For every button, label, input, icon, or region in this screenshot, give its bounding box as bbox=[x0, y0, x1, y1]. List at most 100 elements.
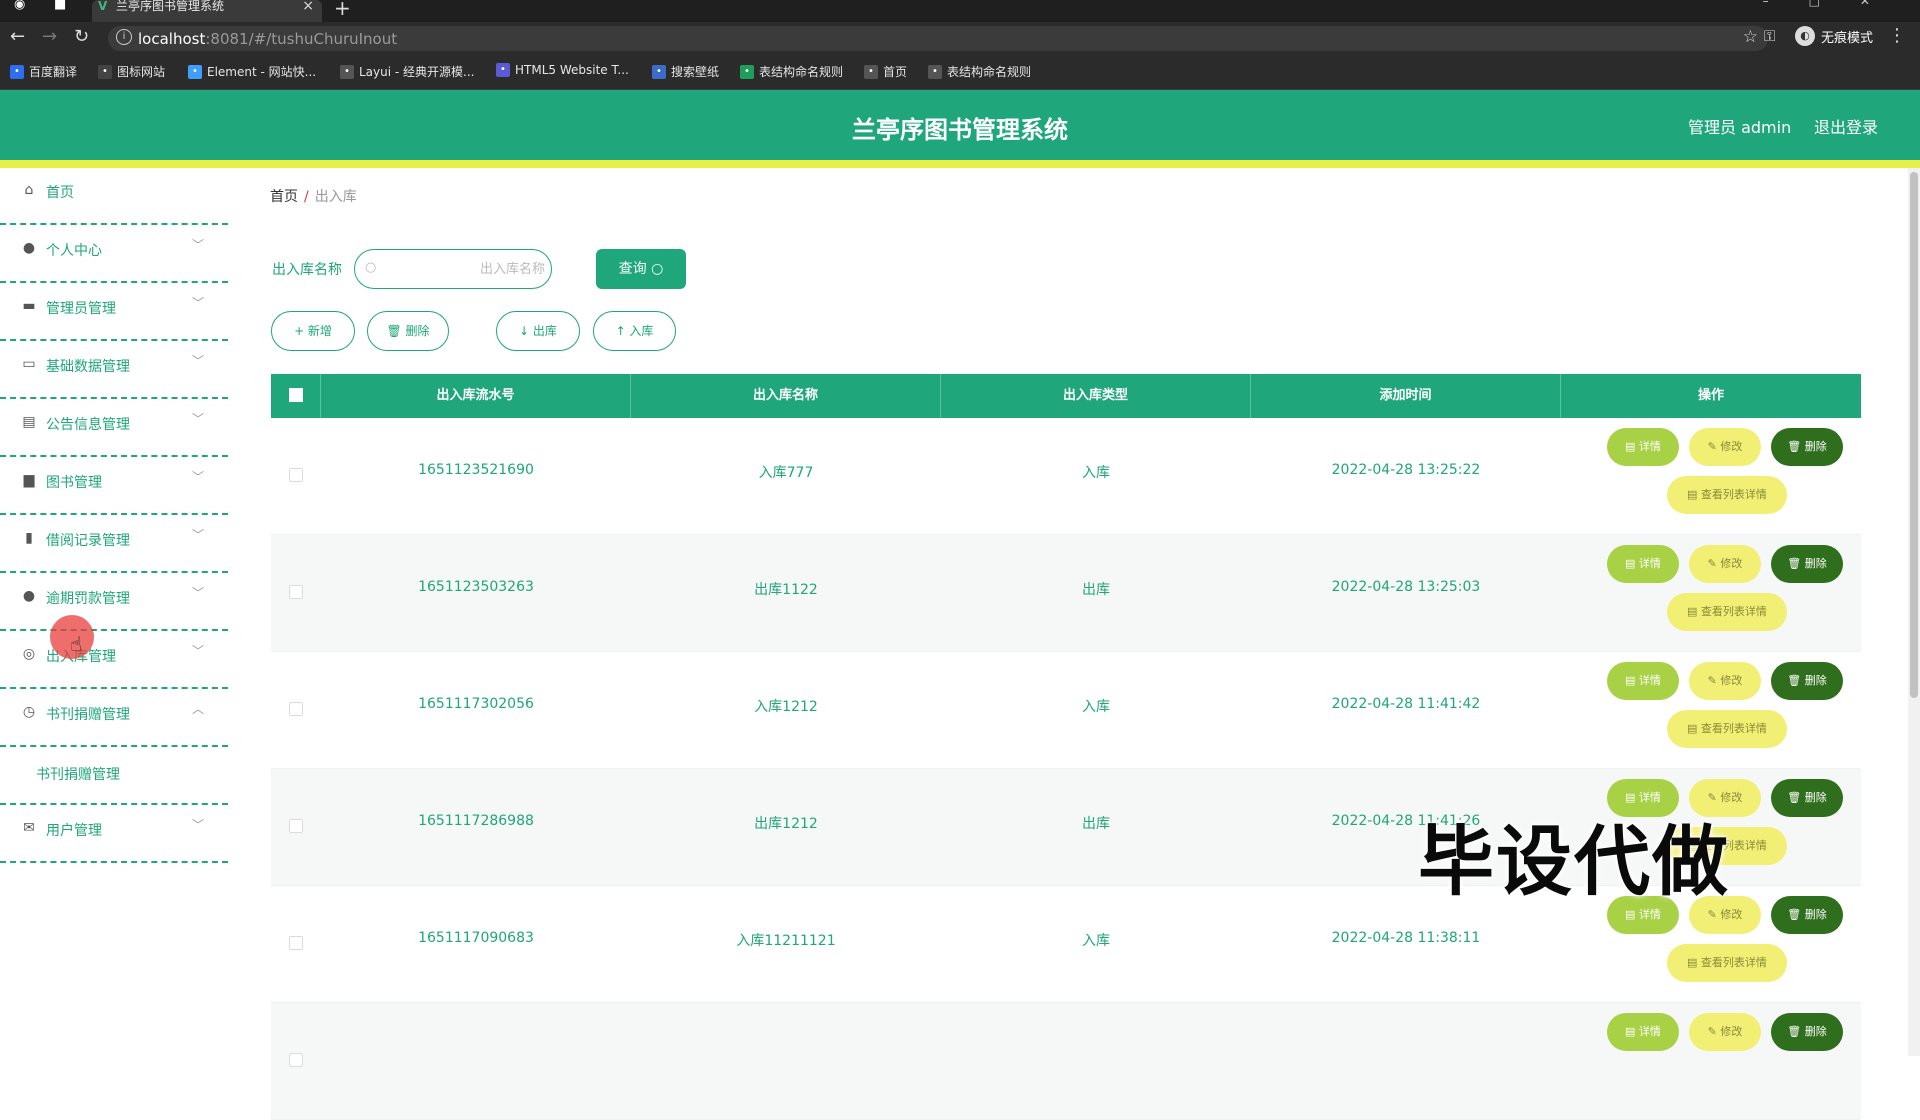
chevron-down-icon: ﹀ bbox=[191, 528, 204, 542]
bookmark-item[interactable]: • 搜索壁纸 bbox=[652, 63, 719, 80]
outbound-button[interactable]: ↓ 出库 bbox=[496, 311, 580, 351]
browser-tab-bar: ◉ ■ V 兰亭序图书管理系统 × + –□✕ bbox=[0, 0, 1920, 22]
detail-button[interactable]: ▤ 详情 bbox=[1607, 1013, 1679, 1051]
sidebar-item-label: 公告信息管理 bbox=[46, 417, 130, 433]
hand-cursor-icon: ☝ bbox=[70, 632, 83, 656]
address-bar: ← → ↻ i localhost:8081/#/tushuChuruInout… bbox=[0, 22, 1920, 54]
sidebar-item[interactable]: ▬ 管理员管理 ﹀ bbox=[0, 284, 228, 341]
bookmark-item[interactable]: • 百度翻译 bbox=[10, 63, 77, 80]
bookmark-label: Layui - 经典开源模... bbox=[359, 65, 475, 79]
row-checkbox[interactable] bbox=[289, 936, 303, 950]
sidebar-item[interactable]: ◎出入库管理﹀ bbox=[0, 632, 228, 689]
bookmark-item[interactable]: • HTML5 Website T... bbox=[496, 63, 629, 77]
sidebar-item[interactable]: ● 个人中心 ﹀ bbox=[0, 226, 228, 283]
browser-tab[interactable]: V 兰亭序图书管理系统 × bbox=[92, 0, 322, 22]
bookmark-icon: • bbox=[10, 64, 24, 79]
bookmark-icon: • bbox=[740, 64, 754, 79]
sidebar: ⌂ 首页 ● 个人中心 ﹀ ▬ 管理员管理 ﹀ ▭ 基础数据管理 ﹀ ▤ 公告信息管理 ﹀ ▆ 图书管理 ﹀ ▮ 借… bbox=[0, 168, 228, 1056]
row-delete-button[interactable]: 🗑 删除 bbox=[1771, 896, 1843, 934]
row-checkbox[interactable] bbox=[289, 468, 303, 482]
chevron-up-icon: ︿ bbox=[191, 702, 204, 716]
breadcrumb-home[interactable]: 首页 bbox=[270, 189, 298, 205]
bookmark-item[interactable]: • Layui - 经典开源模... bbox=[340, 63, 474, 80]
column-name: 出入库名称 bbox=[631, 374, 941, 418]
bookmark-item[interactable]: • 表结构命名规则 bbox=[740, 63, 843, 80]
row-checkbox[interactable] bbox=[289, 585, 303, 599]
sidebar-item[interactable]: ▆ 图书管理 ﹀ bbox=[0, 458, 228, 515]
bookmark-item[interactable]: • Element - 网站快... bbox=[188, 63, 316, 80]
table-header: 出入库流水号 出入库名称 出入库类型 添加时间 操作 bbox=[271, 374, 1861, 418]
serial-cell: 1651117286988 bbox=[418, 813, 534, 829]
list-detail-button[interactable]: ▤ 查看列表详情 bbox=[1667, 710, 1787, 748]
row-delete-button[interactable]: 🗑 删除 bbox=[1771, 1013, 1843, 1051]
sidebar-item[interactable]: ◷ 书刊捐赠管理 ︿ bbox=[0, 690, 228, 747]
search-box[interactable]: ○ bbox=[354, 249, 552, 289]
add-button[interactable]: + 新增 bbox=[271, 311, 355, 351]
sidebar-item[interactable]: ⌂ 首页 bbox=[0, 168, 228, 225]
sidebar-item-label: 基础数据管理 bbox=[46, 359, 130, 375]
detail-button[interactable]: ▤ 详情 bbox=[1607, 662, 1679, 700]
message-icon: ▆ bbox=[23, 472, 35, 488]
url-field[interactable]: i localhost:8081/#/tushuChuruInout ☆ bbox=[108, 26, 1768, 51]
new-tab-icon[interactable]: + bbox=[334, 0, 351, 20]
bookmark-item[interactable]: • 表结构命名规则 bbox=[928, 63, 1031, 80]
chevron-down-icon: ﹀ bbox=[191, 296, 204, 310]
list-detail-button[interactable]: ▤ 查看列表详情 bbox=[1667, 944, 1787, 982]
incognito-indicator[interactable]: ◐ 无痕模式 bbox=[1795, 26, 1873, 46]
delete-button[interactable]: 🗑 删除 bbox=[367, 311, 449, 351]
time-cell bbox=[1251, 1047, 1561, 1067]
list-detail-button[interactable]: ▤ 查看列表详情 bbox=[1667, 476, 1787, 514]
bottle-icon: ▮ bbox=[25, 530, 33, 546]
bookmark-item[interactable]: • 图标网站 bbox=[98, 63, 165, 80]
bookmark-item[interactable]: • 首页 bbox=[864, 63, 907, 80]
select-all-checkbox[interactable] bbox=[289, 388, 303, 402]
table-row[interactable]: 1651117302056 入库1212 入库 2022-04-28 11:41:42… bbox=[271, 652, 1861, 769]
bookmark-label: 图标网站 bbox=[117, 65, 166, 79]
search-input[interactable] bbox=[385, 258, 545, 280]
edit-button[interactable]: ✎ 修改 bbox=[1689, 1013, 1761, 1051]
incognito-label: 无痕模式 bbox=[1821, 30, 1874, 46]
reload-icon[interactable]: ↻ bbox=[74, 26, 89, 47]
forward-icon[interactable]: → bbox=[42, 26, 57, 47]
column-serial: 出入库流水号 bbox=[321, 374, 631, 418]
row-delete-button[interactable]: 🗑 删除 bbox=[1771, 779, 1843, 817]
sidebar-item[interactable]: ▮ 借阅记录管理 ﹀ bbox=[0, 516, 228, 573]
watermark-text: 毕设代做 bbox=[1418, 817, 1730, 906]
column-actions: 操作 bbox=[1697, 388, 1724, 403]
url-text[interactable]: localhost:8081/#/tushuChuruInout bbox=[138, 30, 397, 48]
bookmark-icon: • bbox=[928, 64, 942, 79]
list-detail-button[interactable]: ▤ 查看列表详情 bbox=[1667, 593, 1787, 631]
table-row[interactable]: 1651123503263 出库1122 出库 2022-04-28 13:25:03… bbox=[271, 535, 1861, 652]
row-checkbox[interactable] bbox=[289, 819, 303, 833]
chevron-down-icon: ﹀ bbox=[191, 412, 204, 426]
row-checkbox[interactable] bbox=[289, 1053, 303, 1067]
menu-icon[interactable]: ⋮ bbox=[1888, 25, 1906, 46]
sidebar-subitem[interactable]: 书刊捐赠管理 bbox=[0, 748, 228, 805]
row-delete-button[interactable]: 🗑 删除 bbox=[1771, 428, 1843, 466]
table-row[interactable]: ▤ 详情 ✎ 修改 🗑 删除 bbox=[271, 1003, 1861, 1120]
time-cell: 2022-04-28 11:38:11 bbox=[1331, 930, 1481, 946]
row-checkbox[interactable] bbox=[289, 702, 303, 716]
sidebar-item[interactable]: ▭ 基础数据管理 ﹀ bbox=[0, 342, 228, 399]
inbound-button[interactable]: ↑ 入库 bbox=[593, 311, 676, 351]
sidebar-item[interactable]: ✉ 用户管理 ﹀ bbox=[0, 806, 228, 863]
site-info-icon[interactable]: i bbox=[116, 29, 132, 45]
detail-button[interactable]: ▤ 详情 bbox=[1607, 545, 1679, 583]
sidebar-item[interactable]: ▤ 公告信息管理 ﹀ bbox=[0, 400, 228, 457]
edit-button[interactable]: ✎ 修改 bbox=[1689, 428, 1761, 466]
back-icon[interactable]: ← bbox=[10, 26, 25, 47]
edit-button[interactable]: ✎ 修改 bbox=[1689, 545, 1761, 583]
scrollbar-thumb[interactable] bbox=[1910, 172, 1918, 698]
detail-button[interactable]: ▤ 详情 bbox=[1607, 428, 1679, 466]
window-controls[interactable]: –□✕ bbox=[1763, 0, 1910, 8]
edit-button[interactable]: ✎ 修改 bbox=[1689, 662, 1761, 700]
logout-link[interactable]: 退出登录 bbox=[1814, 114, 1878, 138]
close-tab-icon[interactable]: × bbox=[302, 0, 314, 13]
row-delete-button[interactable]: 🗑 删除 bbox=[1771, 545, 1843, 583]
query-button[interactable]: 查询 ○ bbox=[596, 249, 686, 289]
bookmark-star-icon[interactable]: ☆ bbox=[1743, 27, 1758, 47]
key-icon[interactable]: ⚿ bbox=[1764, 27, 1775, 45]
sidebar-item[interactable]: ● 逾期罚款管理 ﹀ bbox=[0, 574, 228, 631]
row-delete-button[interactable]: 🗑 删除 bbox=[1771, 662, 1843, 700]
table-row[interactable]: 1651123521690 入库777 入库 2022-04-28 13:25:22 ▤… bbox=[271, 418, 1861, 535]
